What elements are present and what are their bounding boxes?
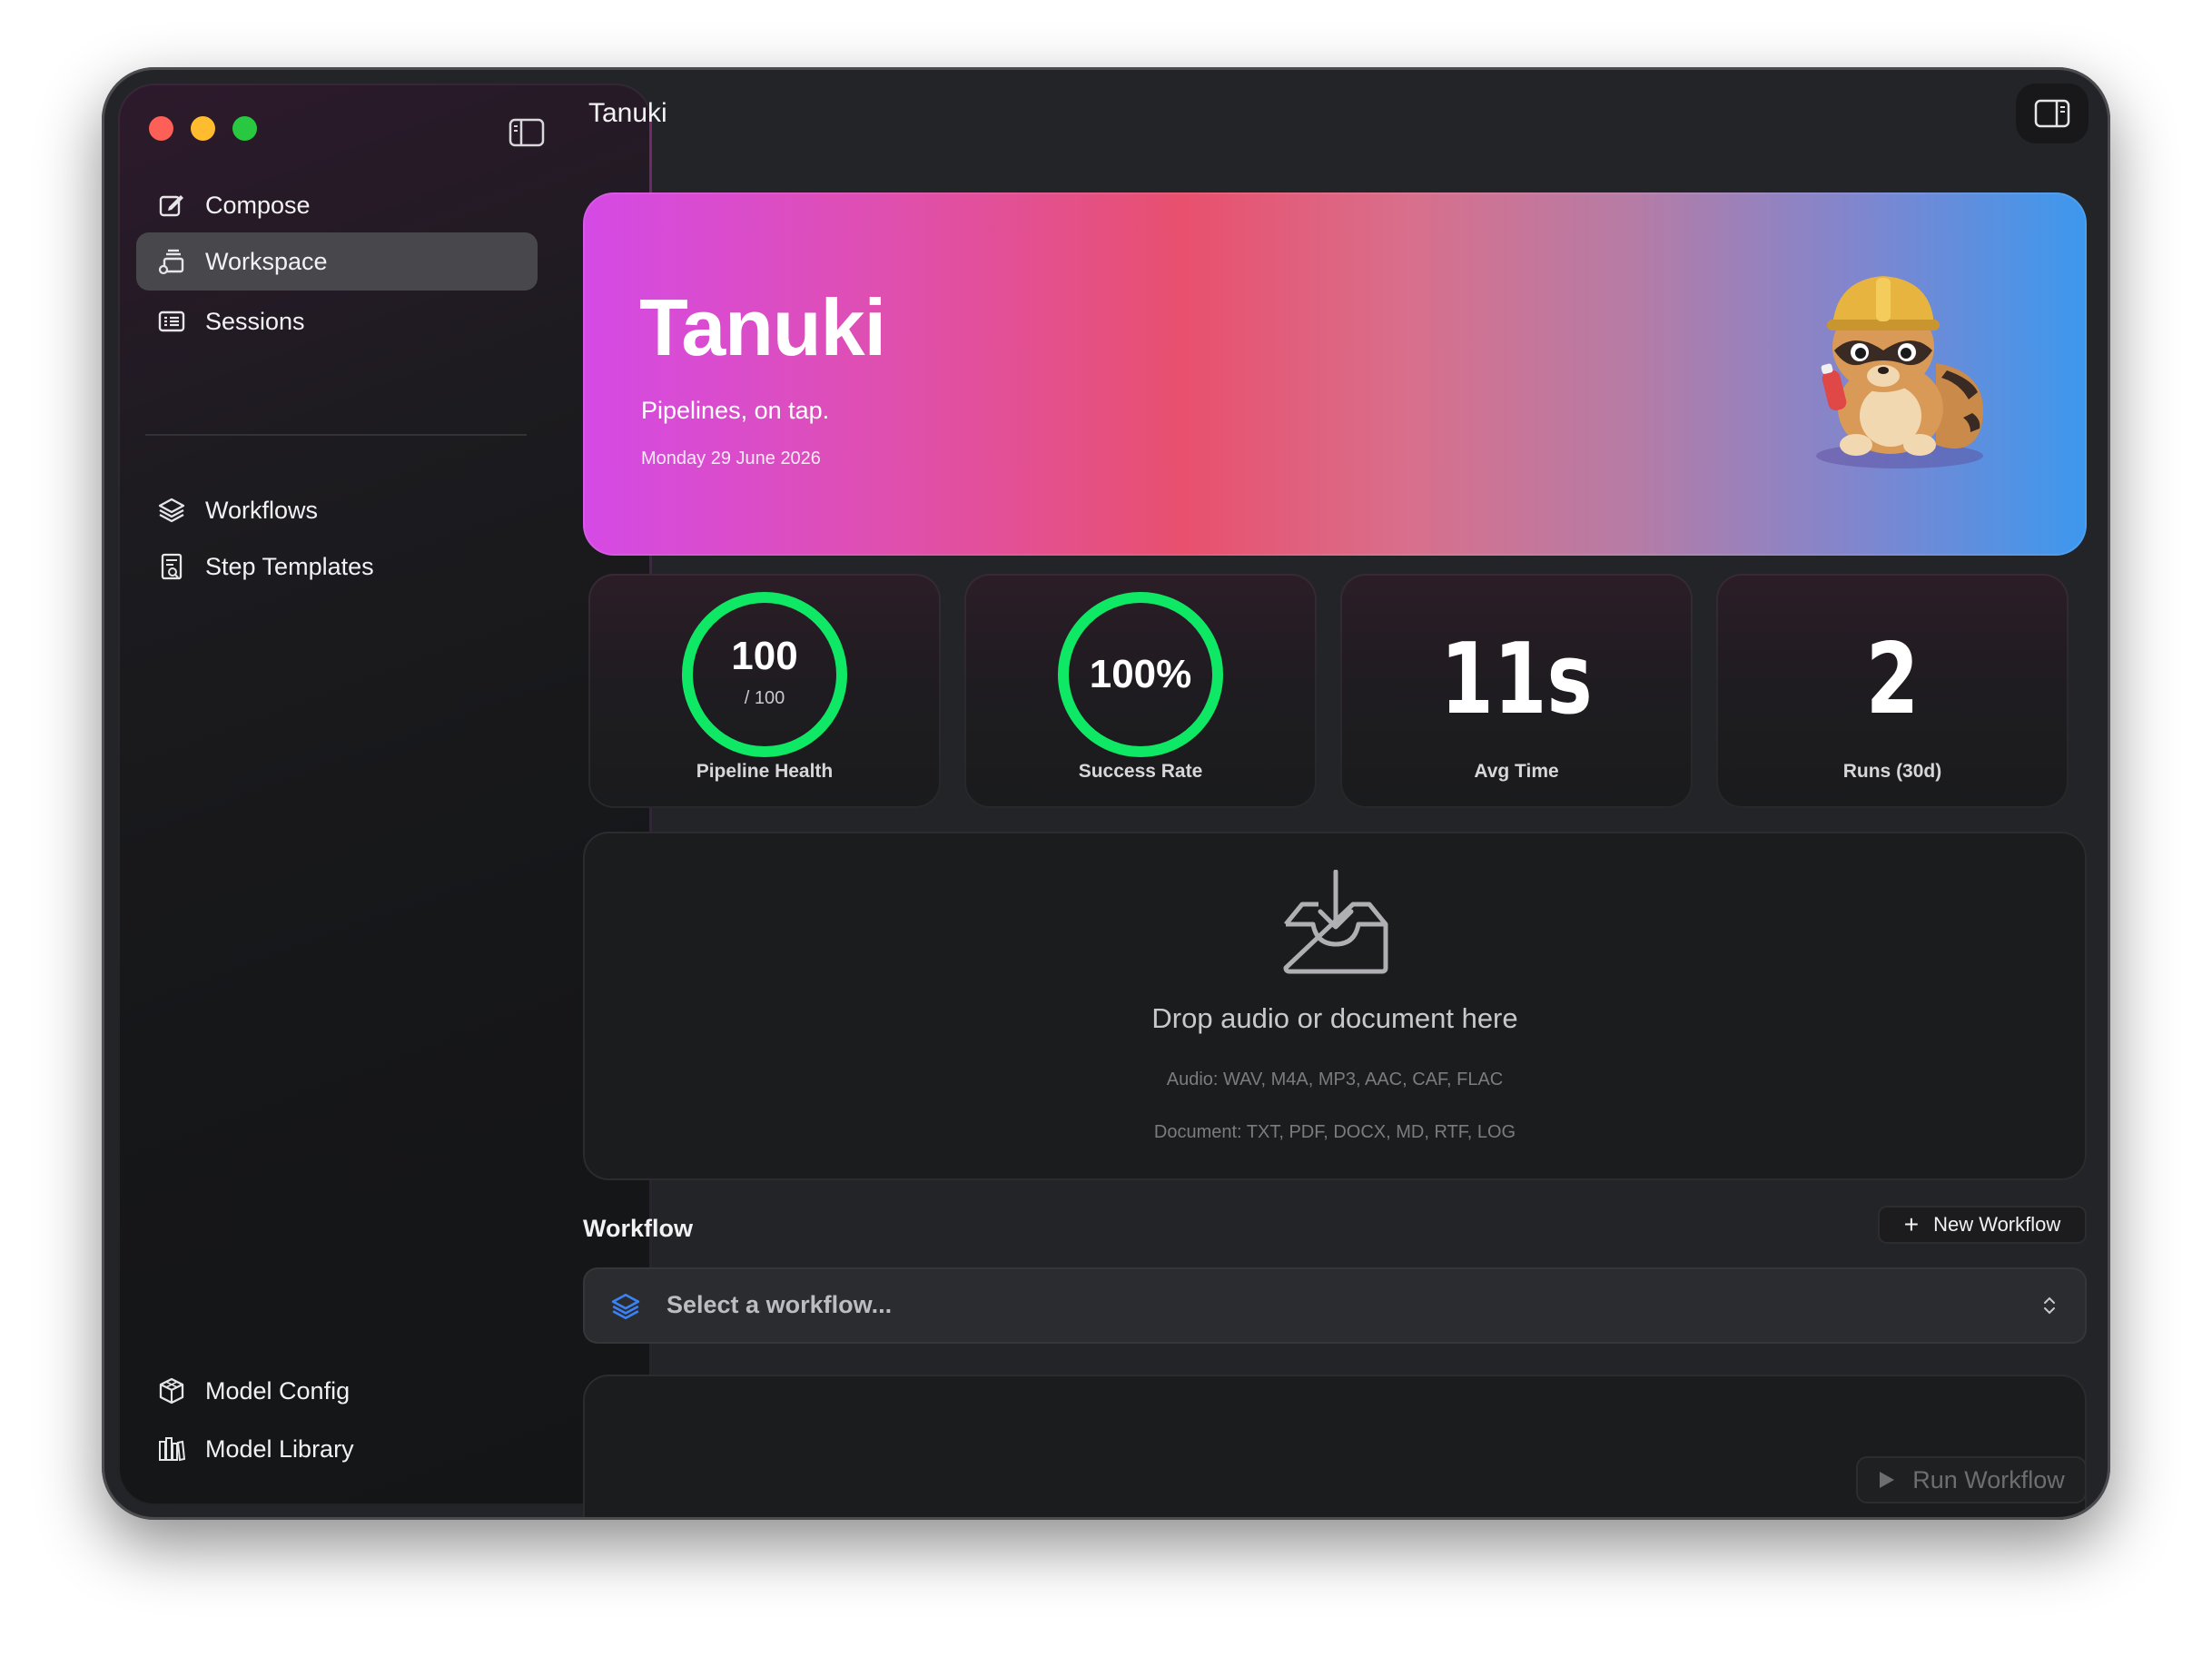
- stat-value: 2: [1865, 623, 1920, 736]
- sidebar-item-model-library[interactable]: Model Library: [136, 1420, 538, 1478]
- zoom-window-button[interactable]: [232, 116, 257, 141]
- compose-icon: [156, 190, 187, 221]
- workspace-icon: [156, 246, 187, 277]
- inbox-download-icon: [1283, 870, 1388, 974]
- close-window-button[interactable]: [149, 116, 173, 141]
- sidebar-item-label: Compose: [205, 191, 311, 219]
- new-workflow-button[interactable]: + New Workflow: [1878, 1206, 2087, 1244]
- window-title: Tanuki: [588, 98, 667, 128]
- minimize-window-button[interactable]: [191, 116, 215, 141]
- inspector-icon: [2034, 99, 2070, 128]
- sidebar-item-compose[interactable]: Compose: [136, 176, 538, 234]
- play-icon: [1880, 1472, 1895, 1488]
- stat-card-pipeline-health: 100 / 100 Pipeline Health: [588, 574, 941, 808]
- workflow-select-placeholder: Select a workflow...: [667, 1291, 893, 1318]
- hero-banner: Tanuki Pipelines, on tap. Monday 29 June…: [583, 192, 2087, 556]
- tanuki-mascot-icon: [1816, 276, 1983, 468]
- sidebar-item-workflows[interactable]: Workflows: [136, 481, 538, 539]
- step-templates-icon: [156, 551, 187, 582]
- file-drop-zone[interactable]: Drop audio or document here Audio: WAV, …: [583, 832, 2087, 1180]
- run-workflow-label: Run Workflow: [1912, 1465, 2065, 1493]
- sidebar-toggle-icon[interactable]: [509, 118, 545, 147]
- app-window: Compose Workspace Sessions Workflows Ste…: [102, 67, 2110, 1520]
- hero-date: Monday 29 June 2026: [641, 448, 821, 468]
- stat-label: Success Rate: [1078, 761, 1203, 782]
- stat-label: Runs (30d): [1842, 761, 1942, 782]
- chevron-up-down-icon: [2044, 1296, 2055, 1315]
- drop-zone-title: Drop audio or document here: [1151, 1002, 1518, 1034]
- drop-zone-document-formats: Document: TXT, PDF, DOCX, MD, RTF, LOG: [1153, 1122, 1516, 1142]
- stat-label: Pipeline Health: [696, 761, 834, 782]
- sessions-icon: [156, 306, 187, 337]
- sidebar-item-label: Model Library: [205, 1434, 354, 1463]
- sidebar-item-label: Sessions: [205, 307, 305, 335]
- sidebar-item-workspace[interactable]: Workspace: [136, 232, 538, 291]
- stat-value: 11s: [1440, 623, 1593, 736]
- stat-card-avg-time: 11s Avg Time: [1340, 574, 1693, 808]
- books-icon: [156, 1434, 187, 1464]
- layers-icon: [156, 495, 187, 526]
- stat-subvalue: / 100: [744, 688, 785, 708]
- sidebar-item-label: Model Config: [205, 1376, 351, 1405]
- stat-value: 100: [731, 634, 798, 678]
- sidebar-item-label: Step Templates: [205, 552, 374, 580]
- sidebar-item-model-config[interactable]: Model Config: [136, 1362, 538, 1420]
- sidebar-divider: [145, 434, 527, 436]
- workflow-select[interactable]: Select a workflow...: [583, 1267, 2087, 1344]
- sidebar-item-step-templates[interactable]: Step Templates: [136, 537, 538, 596]
- workflow-section-title: Workflow: [583, 1215, 693, 1242]
- stat-card-runs: 2 Runs (30d): [1716, 574, 2069, 808]
- sidebar-item-sessions[interactable]: Sessions: [136, 292, 538, 350]
- stat-label: Avg Time: [1474, 761, 1559, 782]
- hero-title: Tanuki: [639, 282, 886, 372]
- plus-icon: +: [1903, 1210, 1920, 1238]
- cube-icon: [156, 1375, 187, 1406]
- layers-icon: [611, 1293, 640, 1320]
- sidebar-item-label: Workspace: [205, 247, 328, 275]
- drop-zone-audio-formats: Audio: WAV, M4A, MP3, AAC, CAF, FLAC: [1166, 1070, 1504, 1089]
- hero-subtitle: Pipelines, on tap.: [641, 397, 830, 424]
- sidebar: Compose Workspace Sessions Workflows Ste…: [118, 84, 652, 1505]
- stat-card-success-rate: 100% Success Rate: [964, 574, 1317, 808]
- new-workflow-label: New Workflow: [1933, 1213, 2061, 1236]
- inspector-toggle-button[interactable]: [2016, 84, 2089, 143]
- run-workflow-button[interactable]: Run Workflow: [1856, 1456, 2087, 1503]
- sidebar-item-label: Workflows: [205, 496, 319, 524]
- stat-value: 100%: [1089, 652, 1192, 696]
